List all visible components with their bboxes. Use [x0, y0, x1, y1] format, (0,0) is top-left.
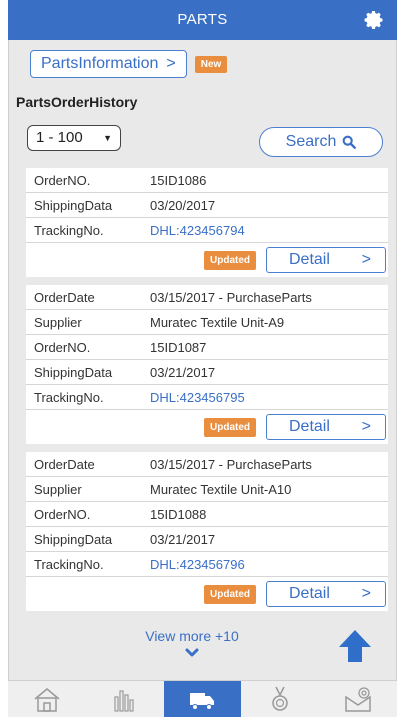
- range-select-value: 1 - 100: [36, 129, 83, 146]
- order-date-row: OrderDate 03/15/2017 - PurchaseParts: [26, 452, 388, 477]
- tracking-row: TrackingNo. DHL:423456794: [26, 218, 388, 243]
- detail-button[interactable]: Detail >: [266, 581, 386, 607]
- supplier-value: Muratec Textile Unit-A10: [150, 481, 292, 497]
- order-date-row: OrderDate 03/15/2017 - PurchaseParts: [26, 285, 388, 310]
- detail-button[interactable]: Detail >: [266, 414, 386, 440]
- chevron-right-icon: >: [361, 251, 371, 268]
- tracking-row: TrackingNo. DHL:423456795: [26, 385, 388, 410]
- tracking-label: TrackingNo.: [34, 556, 104, 572]
- chevron-right-icon: >: [166, 55, 176, 72]
- shipping-row: ShippingData 03/21/2017: [26, 527, 388, 552]
- chevron-right-icon: >: [361, 418, 371, 435]
- order-date-label: OrderDate: [34, 456, 95, 472]
- chevron-down-icon: [185, 648, 199, 657]
- updated-badge: Updated: [204, 250, 256, 270]
- section-title: PartsOrderHistory: [16, 94, 138, 110]
- order-actions: Updated Detail >: [26, 577, 388, 611]
- tab-bar: [8, 680, 397, 717]
- parts-info-row: PartsInformation > New: [30, 50, 228, 78]
- bar-chart-icon: [114, 690, 134, 712]
- search-button-label: Search: [285, 133, 337, 150]
- shipping-label: ShippingData: [34, 364, 113, 380]
- order-no-row: OrderNO. 15ID1087: [26, 335, 388, 360]
- gear-icon[interactable]: [363, 9, 385, 31]
- order-no-value: 15ID1086: [150, 172, 207, 188]
- supplier-row: Supplier Muratec Textile Unit-A9: [26, 310, 388, 335]
- order-date-value: 03/15/2017 - PurchaseParts: [150, 289, 312, 305]
- settings-envelope-icon: [345, 687, 371, 712]
- order-no-label: OrderNO.: [34, 506, 91, 522]
- order-date-label: OrderDate: [34, 289, 95, 305]
- supplier-label: Supplier: [34, 481, 82, 497]
- tracking-row: TrackingNo. DHL:423456796: [26, 552, 388, 577]
- order-no-value: 15ID1088: [150, 506, 207, 522]
- order-no-label: OrderNO.: [34, 172, 91, 188]
- new-badge: New: [194, 55, 228, 73]
- shipping-value: 03/20/2017: [150, 197, 216, 213]
- tracking-link[interactable]: DHL:423456795: [150, 390, 245, 405]
- order-no-row: OrderNO. 15ID1088: [26, 502, 388, 527]
- order-no-value: 15ID1087: [150, 339, 207, 355]
- detail-button[interactable]: Detail >: [266, 247, 386, 273]
- order-no-row: OrderNO. 15ID1086: [26, 168, 388, 193]
- chevron-right-icon: >: [361, 585, 371, 602]
- tracking-label: TrackingNo.: [34, 222, 104, 238]
- shipping-value: 03/21/2017: [150, 364, 216, 380]
- header-bar: PARTS: [8, 0, 397, 40]
- tab-home[interactable]: [8, 681, 86, 717]
- order-card-partial: OrderNO. 15ID1086 ShippingData 03/20/201…: [26, 168, 388, 277]
- order-no-label: OrderNO.: [34, 339, 91, 355]
- view-more-label: View more +10: [145, 628, 239, 644]
- tab-achievements[interactable]: [241, 681, 319, 717]
- detail-button-label: Detail: [289, 418, 330, 435]
- shipping-row: ShippingData 03/21/2017: [26, 360, 388, 385]
- updated-badge: Updated: [204, 584, 256, 604]
- tracking-label: TrackingNo.: [34, 389, 104, 405]
- home-icon: [34, 688, 60, 712]
- scroll-to-top-icon[interactable]: [336, 628, 374, 664]
- tracking-link[interactable]: DHL:423456796: [150, 557, 245, 572]
- order-actions: Updated Detail >: [26, 243, 388, 277]
- shipping-value: 03/21/2017: [150, 531, 216, 547]
- page-title: PARTS: [177, 11, 228, 28]
- search-button[interactable]: Search: [259, 127, 383, 157]
- medal-icon: [272, 686, 289, 711]
- order-actions: Updated Detail >: [26, 410, 388, 444]
- parts-information-label: PartsInformation: [41, 55, 159, 72]
- shipping-label: ShippingData: [34, 197, 113, 213]
- tab-parts[interactable]: [163, 681, 242, 717]
- tracking-link[interactable]: DHL:423456794: [150, 223, 245, 238]
- shipping-label: ShippingData: [34, 531, 113, 547]
- order-card: OrderDate 03/15/2017 - PurchaseParts Sup…: [26, 452, 388, 611]
- order-date-value: 03/15/2017 - PurchaseParts: [150, 456, 312, 472]
- view-more-button[interactable]: View more +10: [140, 628, 244, 658]
- supplier-value: Muratec Textile Unit-A9: [150, 314, 285, 330]
- tab-settings[interactable]: [319, 681, 397, 717]
- detail-button-label: Detail: [289, 251, 330, 268]
- supplier-row: Supplier Muratec Textile Unit-A10: [26, 477, 388, 502]
- truck-icon: [190, 693, 215, 710]
- supplier-label: Supplier: [34, 314, 82, 330]
- updated-badge: Updated: [204, 417, 256, 437]
- shipping-row: ShippingData 03/20/2017: [26, 193, 388, 218]
- tab-reports[interactable]: [86, 681, 164, 717]
- order-list: OrderNO. 15ID1086 ShippingData 03/20/201…: [26, 168, 388, 619]
- caret-down-icon: ▼: [103, 133, 112, 143]
- search-icon: [342, 135, 357, 149]
- order-card: OrderDate 03/15/2017 - PurchaseParts Sup…: [26, 285, 388, 444]
- detail-button-label: Detail: [289, 585, 330, 602]
- range-select[interactable]: 1 - 100 ▼: [27, 125, 121, 151]
- parts-information-button[interactable]: PartsInformation >: [30, 50, 187, 78]
